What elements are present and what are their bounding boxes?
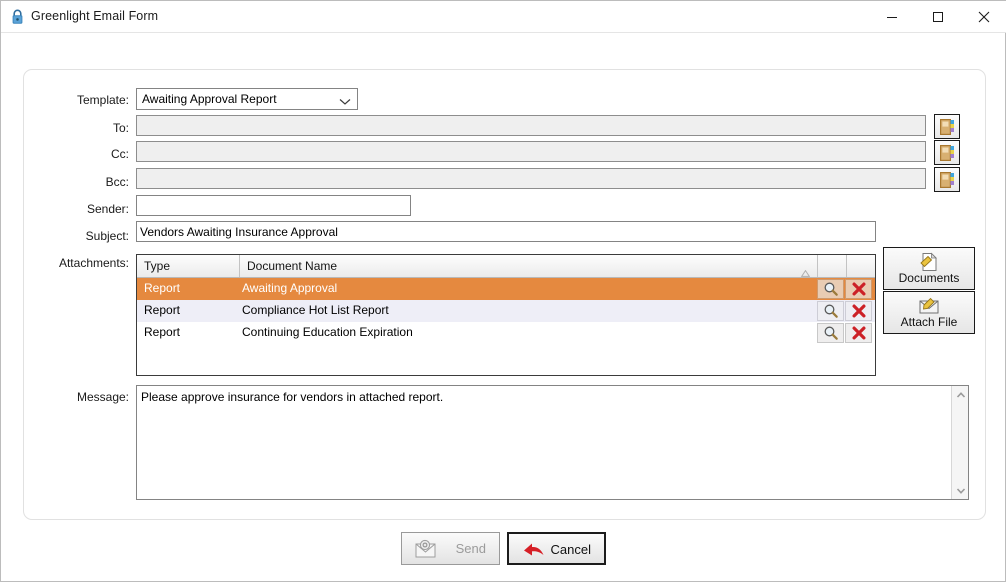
row-type: Report <box>144 281 181 295</box>
bcc-input[interactable] <box>136 168 926 189</box>
address-book-icon <box>939 171 956 192</box>
sender-label: Sender: <box>86 202 129 216</box>
attachments-header-row: Type Document Name <box>137 255 875 278</box>
row-actions <box>817 278 875 300</box>
message-textarea[interactable]: Please approve insurance for vendors in … <box>136 385 969 500</box>
delete-x-icon[interactable] <box>845 279 872 299</box>
cancel-button-label: Cancel <box>550 542 591 557</box>
title-bar: Greenlight Email Form <box>1 1 1006 33</box>
to-address-book-button[interactable] <box>934 114 960 139</box>
delete-x-icon[interactable] <box>845 301 872 321</box>
subject-label: Subject: <box>85 229 129 243</box>
maximize-button[interactable] <box>915 1 961 32</box>
column-header-view <box>818 255 847 277</box>
row-actions <box>817 322 875 344</box>
message-scrollbar[interactable] <box>951 386 968 499</box>
message-value: Please approve insurance for vendors in … <box>141 390 444 404</box>
magnifier-icon[interactable] <box>817 301 844 321</box>
chevron-up-icon[interactable] <box>952 386 969 403</box>
table-row[interactable]: Report Continuing Education Expiration <box>137 322 875 344</box>
attachments-grid: Type Document Name Report Awaiting Appro… <box>136 254 876 376</box>
row-document-name: Compliance Hot List Report <box>242 303 389 317</box>
attach-file-button-label: Attach File <box>900 315 958 329</box>
sender-input[interactable] <box>136 195 411 216</box>
column-header-type[interactable]: Type <box>137 255 240 277</box>
subject-input[interactable] <box>136 221 876 242</box>
table-row[interactable]: Report Compliance Hot List Report <box>137 300 875 322</box>
attach-file-button[interactable]: Attach File <box>883 291 975 334</box>
to-label: To: <box>112 121 129 135</box>
chevron-down-icon[interactable] <box>952 482 969 499</box>
red-arrow-icon <box>521 540 547 563</box>
address-book-icon <box>939 144 956 165</box>
magnifier-icon[interactable] <box>817 323 844 343</box>
column-header-document-name-label: Document Name <box>247 259 338 273</box>
bcc-label: Bcc: <box>105 175 129 189</box>
template-dropdown[interactable]: Awaiting Approval Report <box>136 88 358 110</box>
template-value: Awaiting Approval Report <box>142 92 277 106</box>
row-document-name: Awaiting Approval <box>242 281 338 295</box>
chevron-down-icon <box>339 95 351 109</box>
documents-button-label: Documents <box>898 271 960 285</box>
address-book-icon <box>939 118 956 139</box>
row-actions <box>817 300 875 322</box>
row-type: Report <box>144 303 181 317</box>
template-label: Template: <box>76 93 129 107</box>
minimize-button[interactable] <box>869 1 915 32</box>
column-header-remove <box>847 255 875 277</box>
send-button[interactable]: Send <box>401 532 500 565</box>
lock-icon <box>10 9 25 25</box>
send-button-label: Send <box>455 541 486 556</box>
cancel-button[interactable]: Cancel <box>507 532 606 565</box>
table-row[interactable]: Report Awaiting Approval <box>137 278 875 300</box>
bcc-address-book-button[interactable] <box>934 167 960 192</box>
column-header-document-name[interactable]: Document Name <box>240 255 818 277</box>
close-button[interactable] <box>961 1 1006 32</box>
delete-x-icon[interactable] <box>845 323 872 343</box>
cc-address-book-button[interactable] <box>934 140 960 165</box>
window-title: Greenlight Email Form <box>31 9 159 23</box>
send-envelope-icon <box>414 539 438 562</box>
attachments-label: Attachments: <box>58 256 129 270</box>
cc-label: Cc: <box>111 147 129 161</box>
to-input[interactable] <box>136 115 926 136</box>
row-document-name: Continuing Education Expiration <box>242 325 413 339</box>
email-form-window: Greenlight Email Form Template: Awaiting… <box>0 0 1006 582</box>
cc-input[interactable] <box>136 141 926 162</box>
message-label: Message: <box>76 390 129 404</box>
row-type: Report <box>144 325 181 339</box>
documents-button[interactable]: Documents <box>883 247 975 290</box>
magnifier-icon[interactable] <box>817 279 844 299</box>
